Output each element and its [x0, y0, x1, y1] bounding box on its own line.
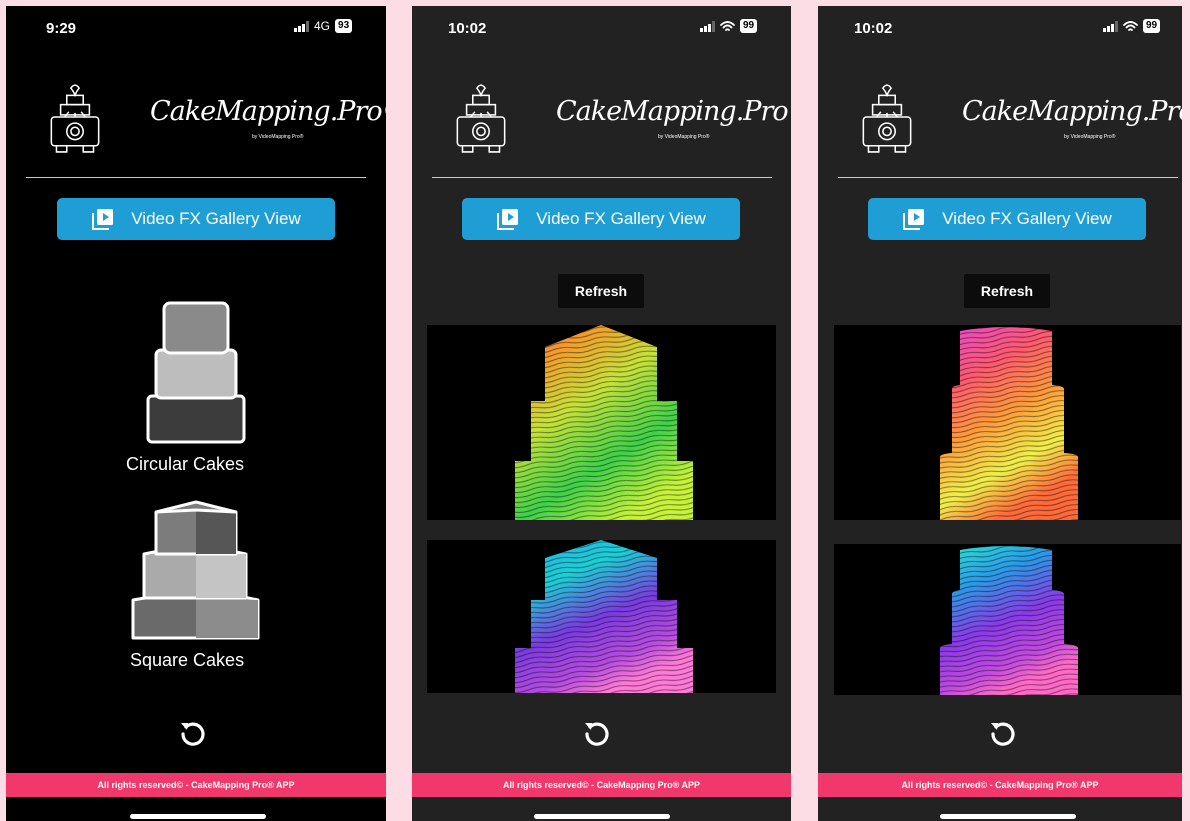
battery-icon: 99: [740, 19, 758, 33]
video-gallery-icon: [902, 207, 926, 231]
home-indicator[interactable]: [130, 814, 266, 819]
app-logo-text: CakeMapping.Pro©: [962, 96, 1182, 127]
status-bar: 10:02 99: [818, 6, 1182, 50]
square-cake-fx-green-orange: [515, 325, 693, 520]
video-gallery-icon: [91, 207, 115, 231]
square-cake-icon: [131, 500, 260, 640]
video-fx-gallery-label: Video FX Gallery View: [131, 209, 301, 228]
refresh-button[interactable]: Refresh: [964, 274, 1050, 308]
signal-icon: [700, 20, 715, 32]
phone-screen-square-gallery: 10:02 99 CakeMapping.Pro© by VideoMappin…: [412, 6, 791, 821]
status-time: 9:29: [46, 20, 77, 37]
circular-cakes-label[interactable]: Circular Cakes: [126, 454, 244, 475]
battery-icon: 93: [335, 19, 353, 33]
video-fx-gallery-button[interactable]: Video FX Gallery View: [868, 198, 1146, 240]
network-type: 4G: [314, 19, 331, 33]
header-divider: [838, 177, 1178, 178]
app-header: CakeMapping.Pro© by VideoMapping Pro®: [412, 78, 791, 168]
cake-projector-logo-icon: [858, 82, 916, 154]
wifi-icon: [720, 20, 735, 31]
phone-screen-home: 9:29 4G 93 CakeMapping.Pro© by VideoMapp…: [6, 6, 386, 821]
video-fx-gallery-label: Video FX Gallery View: [536, 209, 706, 228]
square-cake-fx-purple-blue: [515, 540, 693, 693]
status-indicators: 99: [700, 19, 758, 33]
status-bar: 9:29 4G 93: [6, 6, 386, 50]
footer-copyright: All rights reserved© - CakeMapping Pro® …: [412, 773, 791, 797]
app-logo-subtitle: by VideoMapping Pro®: [658, 134, 710, 140]
square-cakes-button[interactable]: [130, 498, 262, 640]
video-fx-gallery-label: Video FX Gallery View: [942, 209, 1112, 228]
home-indicator[interactable]: [534, 814, 670, 819]
footer-copyright: All rights reserved© - CakeMapping Pro® …: [818, 773, 1182, 797]
app-logo-subtitle: by VideoMapping Pro®: [252, 134, 304, 140]
video-fx-preview-2[interactable]: [834, 544, 1181, 695]
circular-cakes-button[interactable]: [144, 300, 248, 446]
video-fx-gallery-button[interactable]: Video FX Gallery View: [57, 198, 335, 240]
header-divider: [26, 177, 366, 178]
cake-projector-logo-icon: [452, 82, 510, 154]
reload-icon[interactable]: [582, 719, 612, 749]
phone-screen-round-gallery: 10:02 99 CakeMapping.Pro© by VideoMappin…: [818, 6, 1182, 821]
app-logo-text: CakeMapping.Pro©: [556, 96, 791, 127]
status-indicators: 4G 93: [294, 19, 353, 33]
app-header: CakeMapping.Pro© by VideoMapping Pro®: [818, 78, 1182, 168]
square-cakes-label[interactable]: Square Cakes: [130, 650, 244, 671]
video-gallery-icon: [496, 207, 520, 231]
video-fx-preview-1[interactable]: [427, 325, 776, 520]
home-indicator[interactable]: [940, 814, 1076, 819]
header-divider: [432, 177, 772, 178]
app-header: CakeMapping.Pro© by VideoMapping Pro®: [6, 78, 386, 168]
status-bar: 10:02 99: [412, 6, 791, 50]
cake-projector-logo-icon: [46, 82, 104, 154]
reload-icon[interactable]: [178, 719, 208, 749]
status-indicators: 99: [1103, 19, 1161, 33]
circular-cake-icon: [146, 301, 246, 444]
refresh-button[interactable]: Refresh: [558, 274, 644, 308]
reload-icon[interactable]: [988, 719, 1018, 749]
video-fx-preview-1[interactable]: [834, 325, 1181, 520]
video-fx-gallery-button[interactable]: Video FX Gallery View: [462, 198, 740, 240]
signal-icon: [294, 20, 309, 32]
battery-icon: 99: [1143, 19, 1161, 33]
app-logo-text: CakeMapping.Pro©: [150, 96, 386, 127]
status-time: 10:02: [448, 20, 487, 37]
round-cake-fx-cyan-purple: [940, 546, 1078, 695]
signal-icon: [1103, 20, 1118, 32]
app-logo-subtitle: by VideoMapping Pro®: [1064, 134, 1116, 140]
footer-copyright: All rights reserved© - CakeMapping Pro® …: [6, 773, 386, 797]
video-fx-preview-2[interactable]: [427, 540, 776, 693]
wifi-icon: [1123, 20, 1138, 31]
status-time: 10:02: [854, 20, 893, 37]
round-cake-fx-magenta-yellow: [940, 327, 1078, 520]
